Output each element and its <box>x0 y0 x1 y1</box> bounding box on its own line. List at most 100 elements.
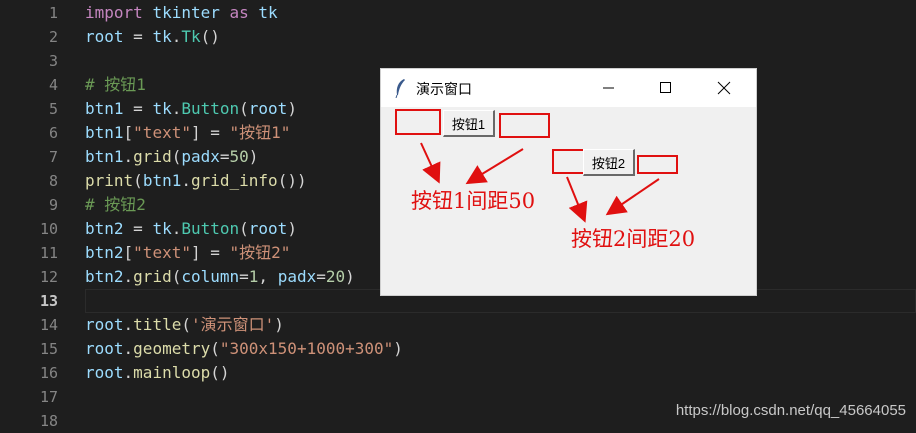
code-line[interactable]: 2 root = tk.Tk() <box>0 25 916 49</box>
code-token: . <box>123 363 134 382</box>
window-titlebar[interactable]: 演示窗口 <box>381 69 756 107</box>
code-token: ( <box>171 147 182 166</box>
code-token: [ <box>123 123 134 142</box>
code-token: btn2 <box>85 219 124 238</box>
code-token: ( <box>181 315 191 334</box>
code-token: Button <box>181 219 240 238</box>
code-token: btn1 <box>85 147 124 166</box>
window-client-area: 按钮1 按钮2 按钮1间距50 按钮2间距20 <box>381 107 756 295</box>
code-token: import <box>85 3 143 22</box>
code-token: print <box>85 171 134 190</box>
line-number: 11 <box>39 244 58 262</box>
code-token: = <box>219 147 230 166</box>
code-token: . <box>123 315 134 334</box>
code-token: 50 <box>229 147 249 166</box>
line-number: 13 <box>39 292 58 310</box>
button-1[interactable]: 按钮1 <box>443 110 495 137</box>
code-token: "text" <box>133 123 191 142</box>
code-token: root <box>85 339 124 358</box>
code-token: ( <box>239 219 249 238</box>
code-text: btn2 = tk.Button(root) <box>85 217 297 241</box>
code-token: = <box>123 219 153 238</box>
arrow-2a <box>566 176 588 223</box>
code-token: [ <box>123 243 134 262</box>
code-token: mainloop <box>133 363 211 382</box>
code-line[interactable]: 16 root.mainloop() <box>0 361 916 385</box>
code-token: root <box>85 27 124 46</box>
code-token: "300x150+1000+300" <box>219 339 394 358</box>
code-token: ] = <box>190 243 230 262</box>
code-token: () <box>200 27 220 46</box>
feather-icon <box>395 79 405 98</box>
annotation-label-2: 按钮2间距20 <box>571 227 696 251</box>
code-token: = <box>123 99 153 118</box>
code-text: import tkinter as tk <box>85 1 278 25</box>
code-token: ( <box>239 99 249 118</box>
line-number: 16 <box>39 364 58 382</box>
code-line[interactable]: 1 import tkinter as tk <box>0 1 916 25</box>
code-token: ) <box>393 339 403 358</box>
code-token: geometry <box>133 339 211 358</box>
code-token: root <box>248 99 288 118</box>
maximize-icon <box>660 82 671 93</box>
code-token: btn2 <box>85 243 124 262</box>
code-token: root <box>248 219 288 238</box>
code-token: = <box>123 27 153 46</box>
code-token: . <box>123 147 134 166</box>
code-token: . <box>171 219 182 238</box>
code-token: , <box>258 267 278 286</box>
code-token: Button <box>181 99 240 118</box>
code-token: padx <box>181 147 220 166</box>
code-text: btn2.grid(column=1, padx=20) <box>85 265 355 289</box>
close-button[interactable] <box>701 69 747 107</box>
line-number: 2 <box>48 28 58 46</box>
code-token: tk <box>258 3 278 22</box>
code-token: grid_info <box>190 171 278 190</box>
button-2[interactable]: 按钮2 <box>583 149 635 176</box>
arrow-1a <box>420 142 441 184</box>
code-token: btn1 <box>85 123 124 142</box>
code-token: grid <box>133 267 172 286</box>
code-line[interactable]: 15 root.geometry("300x150+1000+300") <box>0 337 916 361</box>
arrow-1b <box>465 148 524 185</box>
code-token: as <box>219 3 259 22</box>
code-token: () <box>210 363 230 382</box>
line-number: 1 <box>48 4 58 22</box>
watermark: https://blog.csdn.net/qq_45664055 <box>675 402 906 419</box>
minimize-button[interactable] <box>586 69 632 107</box>
minimize-icon <box>603 87 614 89</box>
code-token: "按钮2" <box>229 243 291 262</box>
line-number: 5 <box>48 100 58 118</box>
tk-demo-window[interactable]: 演示窗口 按钮1 按钮2 按钮1间距50 按钮2间距20 <box>380 68 757 296</box>
padding-highlight-box-2-left <box>552 149 587 174</box>
code-line[interactable]: 14 root.title('演示窗口') <box>0 313 916 337</box>
line-number: 3 <box>48 52 58 70</box>
close-icon <box>717 81 731 95</box>
code-token: . <box>123 267 134 286</box>
code-text: root.title('演示窗口') <box>85 313 284 337</box>
code-token: ( <box>133 171 143 190</box>
code-token: tkinter <box>152 3 220 22</box>
code-token: ( <box>171 267 182 286</box>
code-token: btn1 <box>85 99 124 118</box>
code-token: '演示窗口' <box>190 315 275 334</box>
line-number: 15 <box>39 340 58 358</box>
code-token: ) <box>248 147 259 166</box>
line-number: 9 <box>48 196 58 214</box>
code-token: 20 <box>325 267 346 286</box>
code-token: title <box>133 315 182 334</box>
code-token: # 按钮1 <box>85 75 146 94</box>
line-number: 7 <box>48 148 58 166</box>
code-token: ()) <box>277 171 307 190</box>
arrow-2b <box>605 178 660 216</box>
annotation-label-1: 按钮1间距50 <box>411 189 536 213</box>
code-token: root <box>85 363 124 382</box>
code-token: root <box>85 315 124 334</box>
code-token: column <box>181 267 240 286</box>
code-token: tk <box>152 99 172 118</box>
code-text: print(btn1.grid_info()) <box>85 169 307 193</box>
code-token: "按钮1" <box>229 123 291 142</box>
line-number: 10 <box>39 220 58 238</box>
maximize-button[interactable] <box>643 69 689 107</box>
